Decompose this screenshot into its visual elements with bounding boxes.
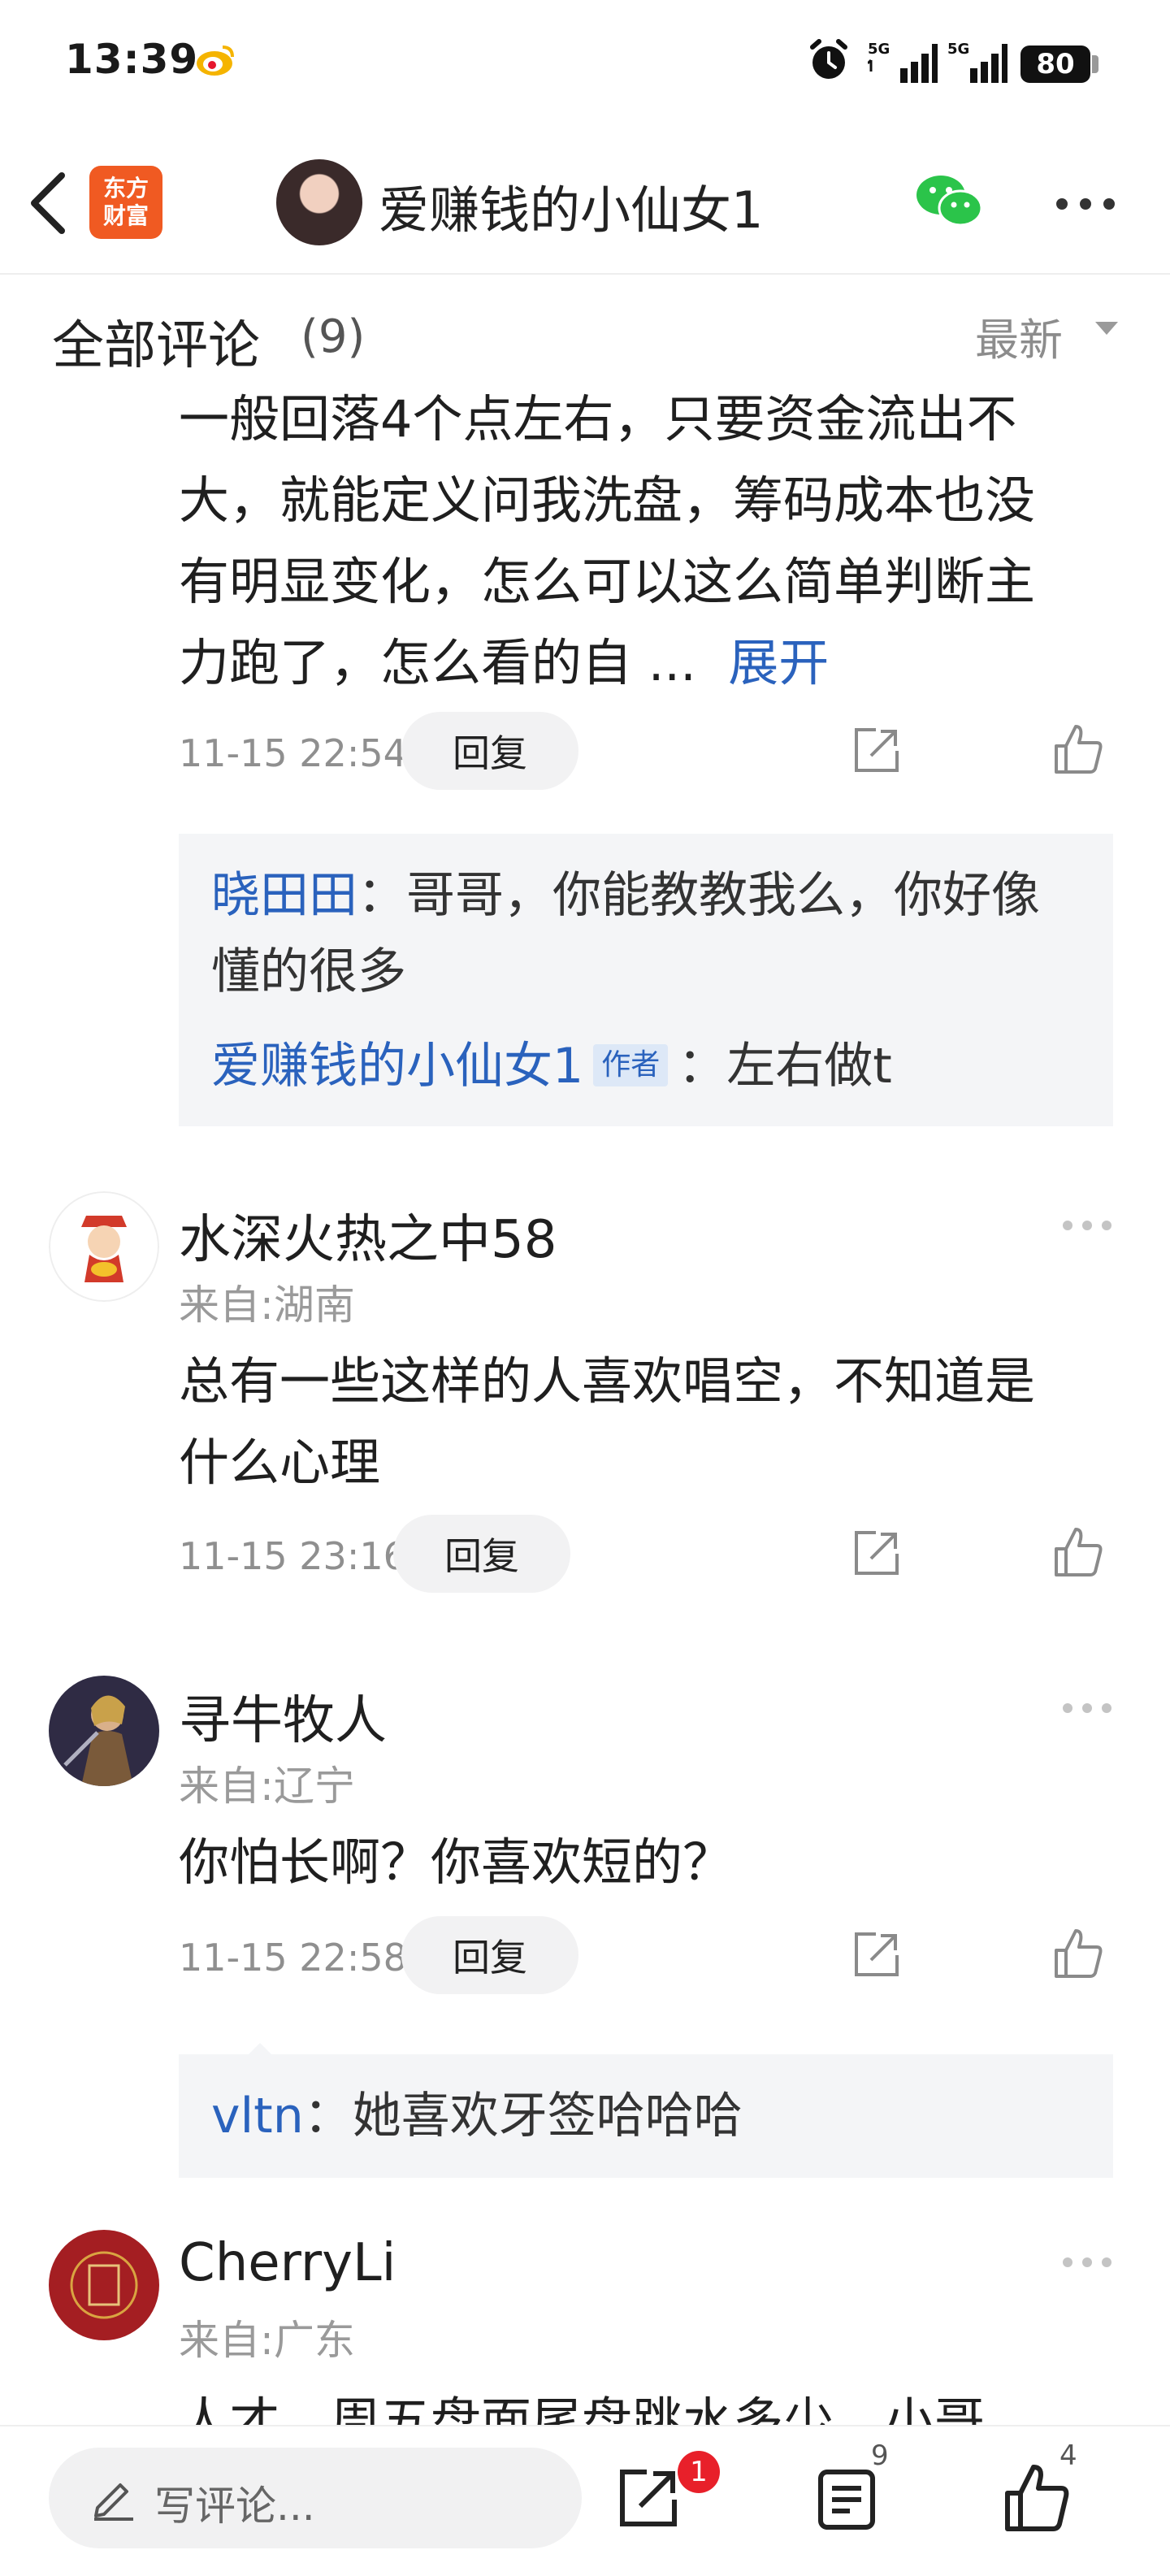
signal-5g-icon: 5G xyxy=(868,41,938,83)
chevron-down-icon[interactable] xyxy=(1095,322,1118,335)
comment-line: 总有一些这样的人喜欢唱空，不知道是 xyxy=(179,1351,1036,1411)
reply-button[interactable]: 回复 xyxy=(401,1916,578,1994)
user-name[interactable]: CherryLi xyxy=(179,2233,396,2293)
reply-item[interactable]: vltn：她喜欢牙签哈哈哈 xyxy=(211,2077,1097,2155)
expand-link[interactable]: 展开 xyxy=(728,633,829,692)
weibo-icon xyxy=(197,46,234,76)
user-avatar[interactable] xyxy=(49,1191,159,1302)
comment-body: 总有一些这样的人喜欢唱空，不知道是 什么心理 xyxy=(179,1341,1121,1503)
warrior-avatar-icon xyxy=(49,1676,159,1786)
reply-text: 左右做t xyxy=(726,1038,892,1095)
comment-time: 11-15 22:54 xyxy=(179,731,407,775)
page-title[interactable]: 爱赚钱的小仙女1 xyxy=(379,169,763,242)
comment-time: 11-15 23:16 xyxy=(179,1534,407,1578)
reply-pointer xyxy=(249,2043,271,2054)
comment-line: 什么心理 xyxy=(179,1433,381,1492)
more-options-icon[interactable] xyxy=(1061,1702,1113,1715)
pencil-icon[interactable] xyxy=(91,2475,136,2521)
user-avatar[interactable] xyxy=(49,1676,159,1786)
svg-text:5G: 5G xyxy=(868,41,890,58)
comment-input-placeholder[interactable]: 写评论... xyxy=(154,2474,315,2532)
battery-cap xyxy=(1092,55,1098,73)
reply-item[interactable]: 晓田田：哥哥，你能教教我么，你好像 xyxy=(211,856,1097,935)
back-arrow-icon[interactable] xyxy=(24,171,73,236)
user-avatar[interactable] xyxy=(49,2230,159,2340)
svg-text:5G: 5G xyxy=(947,41,969,58)
red-seal-avatar-icon xyxy=(49,2230,159,2340)
comment-line: 一般回落4个点左右，只要资金流出不 xyxy=(179,389,1017,449)
user-location: 来自:湖南 xyxy=(179,1281,355,1329)
signal-5g-icon: 5G xyxy=(947,41,1008,83)
caishen-avatar-icon xyxy=(49,1191,159,1302)
reply-author[interactable]: 爱赚钱的小仙女1 xyxy=(211,1038,583,1095)
thumbs-up-icon[interactable] xyxy=(1053,1928,1105,1980)
alarm-icon xyxy=(810,39,847,79)
user-name[interactable]: 寻牛牧人 xyxy=(179,1679,387,1754)
share-icon[interactable] xyxy=(852,725,902,775)
thumbs-up-icon[interactable] xyxy=(1053,723,1105,775)
reply-sep: ： xyxy=(303,2088,353,2144)
wechat-icon[interactable] xyxy=(913,172,985,231)
comment-count: (9) xyxy=(301,310,366,363)
reply-text: 她喜欢牙签哈哈哈 xyxy=(352,2088,743,2144)
reply-item[interactable]: 爱赚钱的小仙女1 作者 ：左右做t xyxy=(211,1027,1097,1105)
more-options-icon[interactable] xyxy=(1061,1219,1113,1232)
comment-line: 有明显变化，怎么可以这么简单判断主 xyxy=(179,552,1036,611)
reply-author[interactable]: vltn xyxy=(211,2088,304,2144)
share-icon[interactable] xyxy=(618,2467,679,2529)
more-options-icon[interactable] xyxy=(1061,2256,1113,2269)
share-badge: 1 xyxy=(678,2451,720,2493)
comment-count-badge: 9 xyxy=(871,2439,889,2472)
app-logo[interactable]: 东方 财富 xyxy=(89,166,162,239)
logo-line1: 东方 xyxy=(102,175,149,202)
share-icon[interactable] xyxy=(852,1528,902,1578)
section-title: 全部评论 xyxy=(52,316,260,376)
reply-sep: ： xyxy=(678,1038,727,1095)
sort-dropdown[interactable]: 最新 xyxy=(975,304,1063,368)
logo-line2: 财富 xyxy=(102,202,149,229)
thumbs-up-icon[interactable] xyxy=(1004,2464,1069,2532)
reply-text: 哥哥，你能教教我么，你好像 xyxy=(406,867,1040,924)
reply-author[interactable]: 晓田田 xyxy=(211,867,358,924)
user-location: 来自:辽宁 xyxy=(179,1763,355,1810)
user-name[interactable]: 水深火热之中58 xyxy=(179,1198,557,1273)
share-icon[interactable] xyxy=(852,1929,902,1980)
reply-button[interactable]: 回复 xyxy=(393,1515,570,1593)
reply-button[interactable]: 回复 xyxy=(401,712,578,790)
author-avatar[interactable] xyxy=(276,159,362,245)
reply-sep: ： xyxy=(358,867,406,924)
header-divider xyxy=(0,273,1170,275)
user-location: 来自:广东 xyxy=(179,2317,355,2364)
comment-body: 一般回落4个点左右，只要资金流出不 大，就能定义问我洗盘，筹码成本也没 有明显变… xyxy=(179,379,1121,704)
comment-time: 11-15 22:58 xyxy=(179,1936,407,1980)
thumbs-up-icon[interactable] xyxy=(1053,1526,1105,1578)
comments-list-icon[interactable] xyxy=(817,2469,876,2530)
reply-text-cont: 懂的很多 xyxy=(211,943,406,1000)
like-count-badge: 4 xyxy=(1060,2439,1077,2472)
more-options-icon[interactable] xyxy=(1053,195,1118,213)
comment-body: 你怕长啊？你喜欢短的？ xyxy=(179,1822,1121,1903)
comment-line: 大，就能定义问我洗盘，筹码成本也没 xyxy=(179,471,1036,530)
comment-line-last: 力跑了，怎么看的自 ... 展开 xyxy=(179,633,830,692)
comment-line: 你怕长啊？你喜欢短的？ xyxy=(179,1832,734,1892)
author-badge: 作者 xyxy=(593,1044,669,1087)
battery-indicator: 80 xyxy=(1020,46,1090,83)
status-time: 13:39 xyxy=(65,36,199,83)
